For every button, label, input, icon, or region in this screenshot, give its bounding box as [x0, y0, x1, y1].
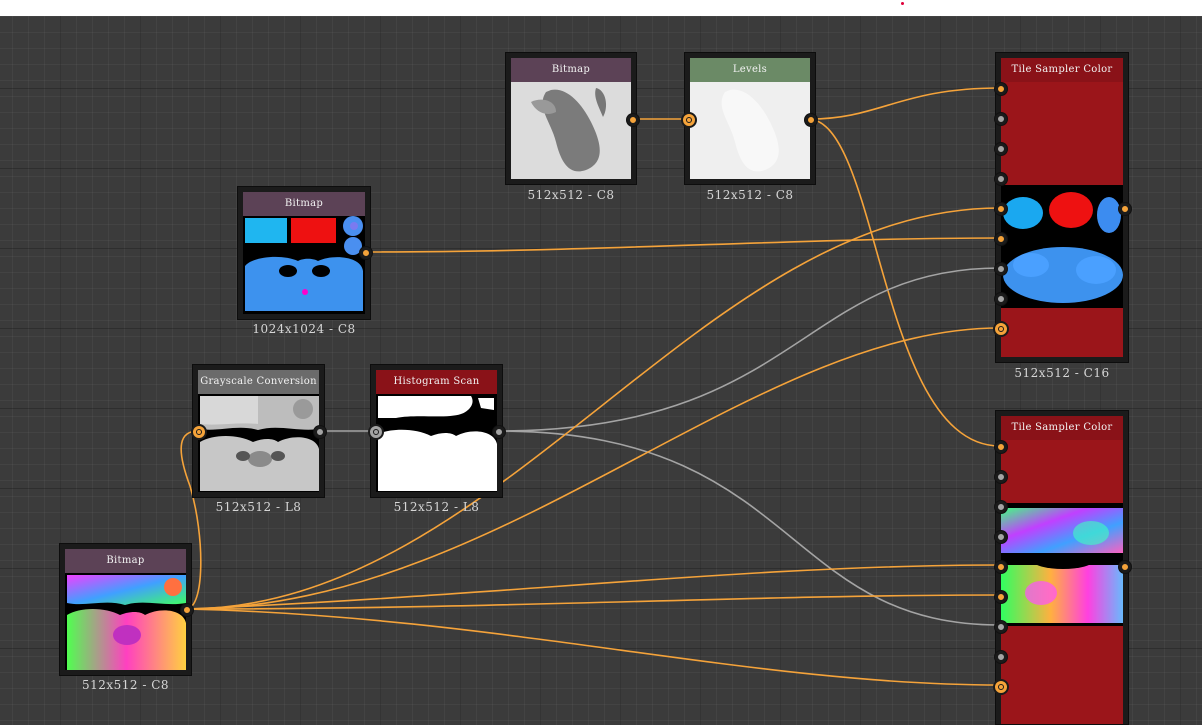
node-caption: 512x512 - C8	[706, 188, 794, 202]
input-port[interactable]	[995, 441, 1007, 453]
wire-bitmap-mid-to-tile-top	[364, 237, 1001, 253]
node-thumbnail	[243, 216, 365, 314]
input-port[interactable]	[995, 651, 1007, 663]
input-port[interactable]	[995, 143, 1007, 155]
node-levels[interactable]: Levels	[683, 52, 817, 185]
wire-levels-to-tile-top	[809, 87, 1001, 120]
output-port[interactable]	[493, 426, 505, 438]
node-bitmap-bottom[interactable]: Bitmap	[59, 543, 193, 676]
input-port[interactable]	[995, 83, 1007, 95]
input-port[interactable]	[995, 263, 1007, 275]
output-port[interactable]	[627, 114, 639, 126]
node-header: Bitmap	[243, 192, 365, 216]
node-thumbnail	[65, 573, 186, 670]
node-thumbnail	[376, 394, 497, 492]
node-thumbnail	[1001, 503, 1123, 626]
node-header: Bitmap	[511, 58, 631, 82]
output-port[interactable]	[314, 426, 326, 438]
input-port[interactable]	[995, 561, 1007, 573]
node-thumbnail	[690, 82, 810, 179]
top-strip	[0, 0, 1202, 16]
input-port[interactable]	[995, 173, 1007, 185]
node-header: Histogram Scan	[376, 370, 497, 394]
output-port[interactable]	[181, 604, 193, 616]
node-caption: 512x512 - C8	[81, 678, 170, 692]
node-thumbnail	[1001, 185, 1123, 308]
input-port[interactable]	[995, 471, 1007, 483]
node-caption: 512x512 - C16	[1014, 366, 1110, 380]
node-grayscale-conversion[interactable]: Grayscale Conversion	[192, 364, 326, 498]
node-header: Levels	[690, 58, 810, 82]
indicator-dot	[901, 2, 904, 5]
node-caption: 1024x1024 - C8	[252, 322, 356, 336]
input-port[interactable]	[995, 293, 1007, 305]
node-thumbnail	[198, 394, 319, 492]
input-port[interactable]	[193, 426, 205, 438]
node-header: Bitmap	[65, 549, 186, 573]
node-histogram-scan[interactable]: Histogram Scan	[370, 364, 505, 498]
output-port[interactable]	[1119, 203, 1131, 215]
node-header: Tile Sampler Color	[1001, 58, 1123, 82]
node-caption: 512x512 - L8	[215, 500, 302, 514]
node-tile-sampler-top[interactable]: Tile Sampler Color	[995, 52, 1131, 363]
input-port[interactable]	[995, 203, 1007, 215]
input-port[interactable]	[995, 233, 1007, 245]
wire-bitmap-bottom-to-tile-bottom-6	[185, 594, 1001, 610]
node-header: Tile Sampler Color	[1001, 416, 1123, 440]
node-bitmap-top[interactable]: Bitmap	[505, 52, 639, 185]
input-port[interactable]	[995, 501, 1007, 513]
node-caption: 512x512 - C8	[527, 188, 615, 202]
input-port[interactable]	[995, 591, 1007, 603]
input-port[interactable]	[995, 621, 1007, 633]
node-bitmap-mid[interactable]: Bitmap	[237, 186, 372, 320]
input-port[interactable]	[370, 426, 382, 438]
input-port[interactable]	[995, 113, 1007, 125]
wire-bitmap-bottom-to-tile-bottom-9	[185, 608, 1001, 686]
input-port[interactable]	[995, 531, 1007, 543]
output-port[interactable]	[1119, 561, 1131, 573]
node-caption: 512x512 - L8	[393, 500, 480, 514]
node-graph-canvas[interactable]: Bitmap 512x512 - C8 Levels 512x512 - C8 …	[0, 16, 1202, 725]
wire-histogram-to-tile-top	[497, 267, 1001, 432]
input-port[interactable]	[683, 114, 695, 126]
node-tile-sampler-bottom[interactable]: Tile Sampler Color	[995, 410, 1131, 725]
node-thumbnail	[511, 82, 631, 179]
output-port[interactable]	[360, 247, 372, 259]
node-header: Grayscale Conversion	[198, 370, 319, 394]
output-port[interactable]	[805, 114, 817, 126]
input-port[interactable]	[995, 681, 1007, 693]
input-port[interactable]	[995, 323, 1007, 335]
